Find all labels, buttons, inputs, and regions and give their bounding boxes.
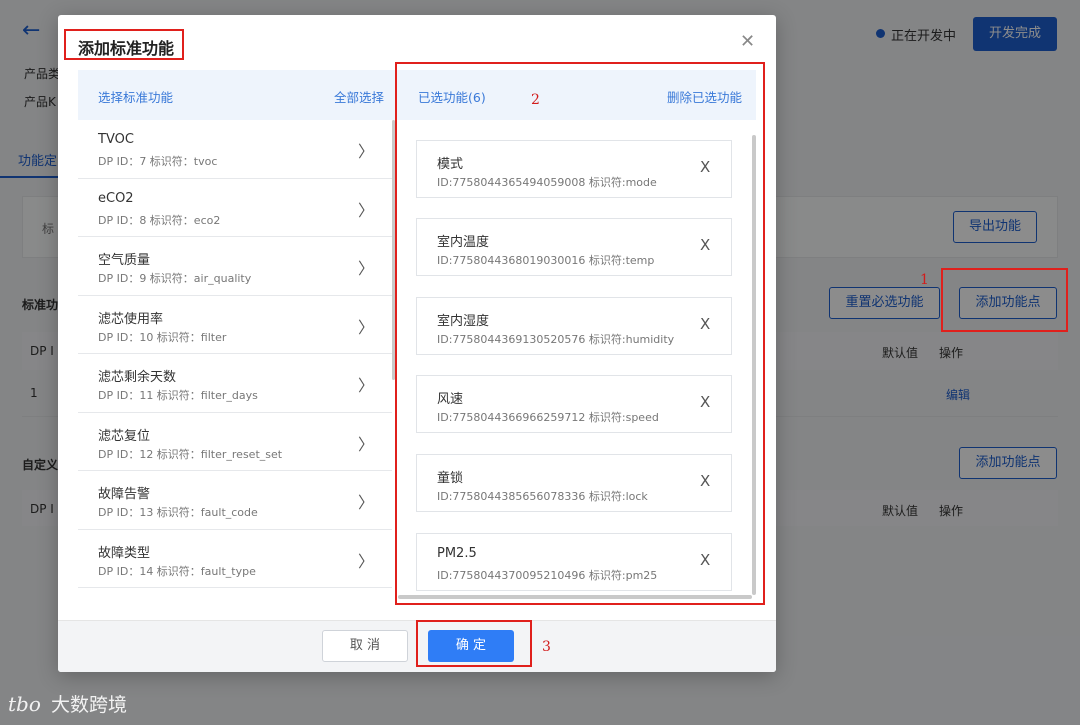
list-item[interactable]: eCO2 DP ID：8 标识符：eco2 〉 — [78, 178, 392, 237]
annotation-number-2: 2 — [531, 92, 540, 108]
list-item[interactable]: 滤芯剩余天数 DP ID：11 标识符：filter_days 〉 — [78, 354, 392, 413]
function-name: 滤芯剩余天数 — [98, 370, 177, 385]
function-name: 滤芯复位 — [98, 428, 151, 444]
chevron-right-icon[interactable]: 〉 — [358, 489, 374, 513]
function-meta: DP ID：13 标识符：fault_code — [98, 506, 258, 519]
annotation-box-2 — [395, 62, 765, 605]
function-name: 故障类型 — [98, 545, 151, 561]
function-name: eCO2 — [98, 190, 134, 206]
cancel-button[interactable]: 取 消 — [322, 630, 408, 662]
annotation-number-3: 3 — [542, 639, 551, 655]
list-item[interactable]: 故障类型 DP ID：14 标识符：fault_type 〉 — [78, 529, 392, 588]
close-icon[interactable]: ✕ — [740, 31, 755, 52]
function-meta: DP ID：9 标识符：air_quality — [98, 272, 252, 285]
standard-function-list[interactable]: TVOC DP ID：7 标识符：tvoc 〉 eCO2 DP ID：8 标识符… — [78, 120, 392, 600]
function-meta: DP ID：14 标识符：fault_type — [98, 564, 256, 578]
left-panel-header: 选择标准功能 全部选择 — [78, 70, 398, 120]
function-name: 空气质量 — [98, 253, 151, 268]
left-panel-title: 选择标准功能 — [98, 90, 174, 105]
annotation-number-1: 1 — [920, 272, 929, 288]
function-meta: DP ID：11 标识符：filter_days — [98, 389, 258, 402]
chevron-right-icon[interactable]: 〉 — [358, 431, 374, 455]
chevron-right-icon[interactable]: 〉 — [358, 138, 374, 162]
watermark: tbo 大数跨境 — [8, 690, 127, 717]
function-name: 滤芯使用率 — [98, 311, 164, 327]
list-item[interactable]: TVOC DP ID：7 标识符：tvoc 〉 — [78, 120, 392, 179]
watermark-logo: tbo — [8, 692, 41, 716]
function-meta: DP ID：10 标识符：filter — [98, 330, 227, 344]
chevron-right-icon[interactable]: 〉 — [358, 314, 374, 338]
annotation-box-1 — [941, 268, 1068, 332]
function-name: 故障告警 — [98, 487, 151, 502]
function-name: TVOC — [98, 132, 134, 147]
chevron-right-icon[interactable]: 〉 — [358, 255, 374, 279]
list-item[interactable]: 滤芯使用率 DP ID：10 标识符：filter 〉 — [78, 295, 392, 354]
list-item[interactable]: 滤芯复位 DP ID：12 标识符：filter_reset_set 〉 — [78, 412, 392, 471]
function-meta: DP ID：8 标识符：eco2 — [98, 213, 221, 227]
list-item[interactable]: 故障告警 DP ID：13 标识符：fault_code 〉 — [78, 471, 392, 530]
function-meta: DP ID：7 标识符：tvoc — [98, 155, 218, 168]
watermark-text: 大数跨境 — [50, 694, 127, 716]
chevron-right-icon[interactable]: 〉 — [358, 197, 374, 221]
chevron-right-icon[interactable]: 〉 — [358, 372, 374, 396]
chevron-right-icon[interactable]: 〉 — [358, 548, 374, 572]
function-meta: DP ID：12 标识符：filter_reset_set — [98, 447, 283, 461]
annotation-box-3 — [416, 620, 532, 667]
annotation-box-title — [64, 29, 184, 60]
list-item[interactable]: 空气质量 DP ID：9 标识符：air_quality 〉 — [78, 237, 392, 296]
select-all-link[interactable]: 全部选择 — [334, 87, 384, 106]
